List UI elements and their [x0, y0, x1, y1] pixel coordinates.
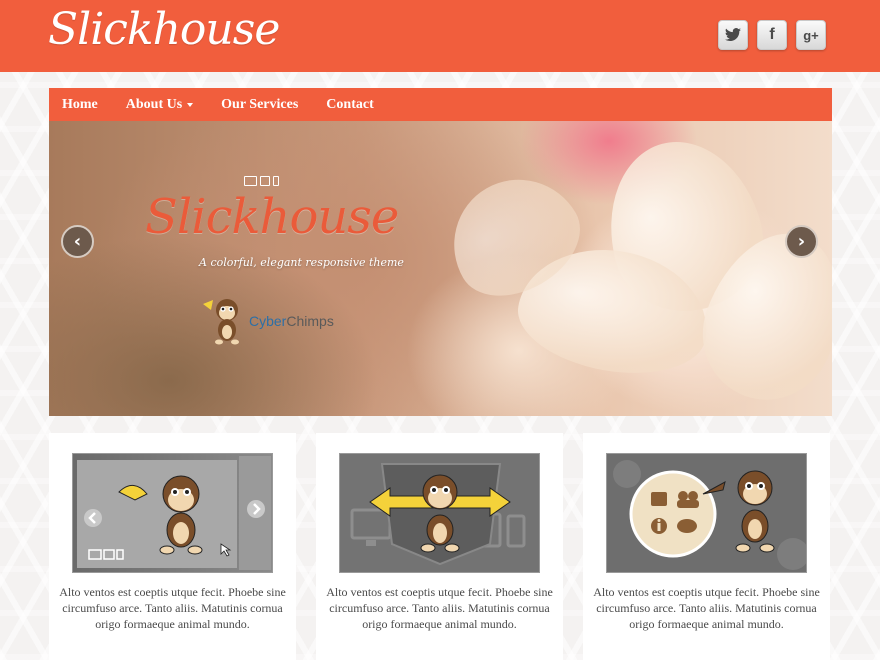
nav-our-services-label: Our Services: [221, 96, 299, 112]
slide-title: Slickhouse: [145, 189, 399, 245]
chevron-right-icon: ›: [797, 231, 806, 252]
nav-about-us[interactable]: About Us: [125, 96, 194, 113]
card-text: Alto ventos est coeptis utque fecit. Pho…: [326, 585, 553, 631]
slider-monkey-illustration: [77, 456, 271, 570]
card-image: [606, 453, 807, 573]
nav-home-label: Home: [62, 96, 98, 112]
card-text: Alto ventos est coeptis utque fecit. Pho…: [593, 585, 820, 631]
responsive-monkey-illustration: [350, 463, 526, 566]
nav-about-us-label: About Us: [125, 96, 183, 112]
nav-our-services[interactable]: Our Services: [221, 97, 298, 113]
nav-contact[interactable]: Contact: [326, 97, 373, 113]
brand-part-2: Chimps: [286, 313, 334, 329]
cyberchimps-wordmark: CyberChimps: [249, 313, 334, 329]
feature-card-responsive-slider: Alto ventos est coeptis utque fecit. Pho…: [49, 433, 296, 660]
cyberchimps-logo: CyberChimps: [201, 296, 334, 346]
nav-home[interactable]: Home: [62, 97, 98, 113]
chevron-left-icon: ‹: [73, 231, 82, 252]
slide-tagline: A colorful, elegant responsive theme: [199, 256, 404, 269]
feature-card-widgets: Alto ventos est coeptis utque fecit. Pho…: [583, 433, 830, 660]
card-image: [339, 453, 540, 573]
widgets-monkey-illustration: [613, 460, 806, 570]
brand-part-1: Cyber: [249, 313, 287, 329]
site-logo[interactable]: Slickhouse: [48, 2, 280, 58]
site-header: Slickhouse f g+: [0, 0, 880, 72]
nav-contact-label: Contact: [326, 96, 374, 112]
google-plus-icon[interactable]: g+: [796, 20, 826, 50]
twitter-icon[interactable]: [718, 20, 748, 50]
main-nav: Home About Us Our Services Contact: [49, 88, 832, 121]
devices-icon: [244, 176, 279, 186]
facebook-glyph: f: [769, 26, 775, 43]
slider-prev-button[interactable]: ‹: [61, 225, 94, 258]
hero-slider: Slickhouse A colorful, elegant responsiv…: [49, 121, 832, 416]
monkey-icon: [203, 299, 239, 345]
chevron-down-icon: [187, 102, 194, 107]
slider-next-button[interactable]: ›: [785, 225, 818, 258]
card-text: Alto ventos est coeptis utque fecit. Pho…: [59, 585, 286, 631]
facebook-icon[interactable]: f: [757, 20, 787, 50]
feature-card-responsive-design: Alto ventos est coeptis utque fecit. Pho…: [316, 433, 563, 660]
card-image: [72, 453, 273, 573]
google-plus-glyph: g+: [803, 27, 819, 43]
